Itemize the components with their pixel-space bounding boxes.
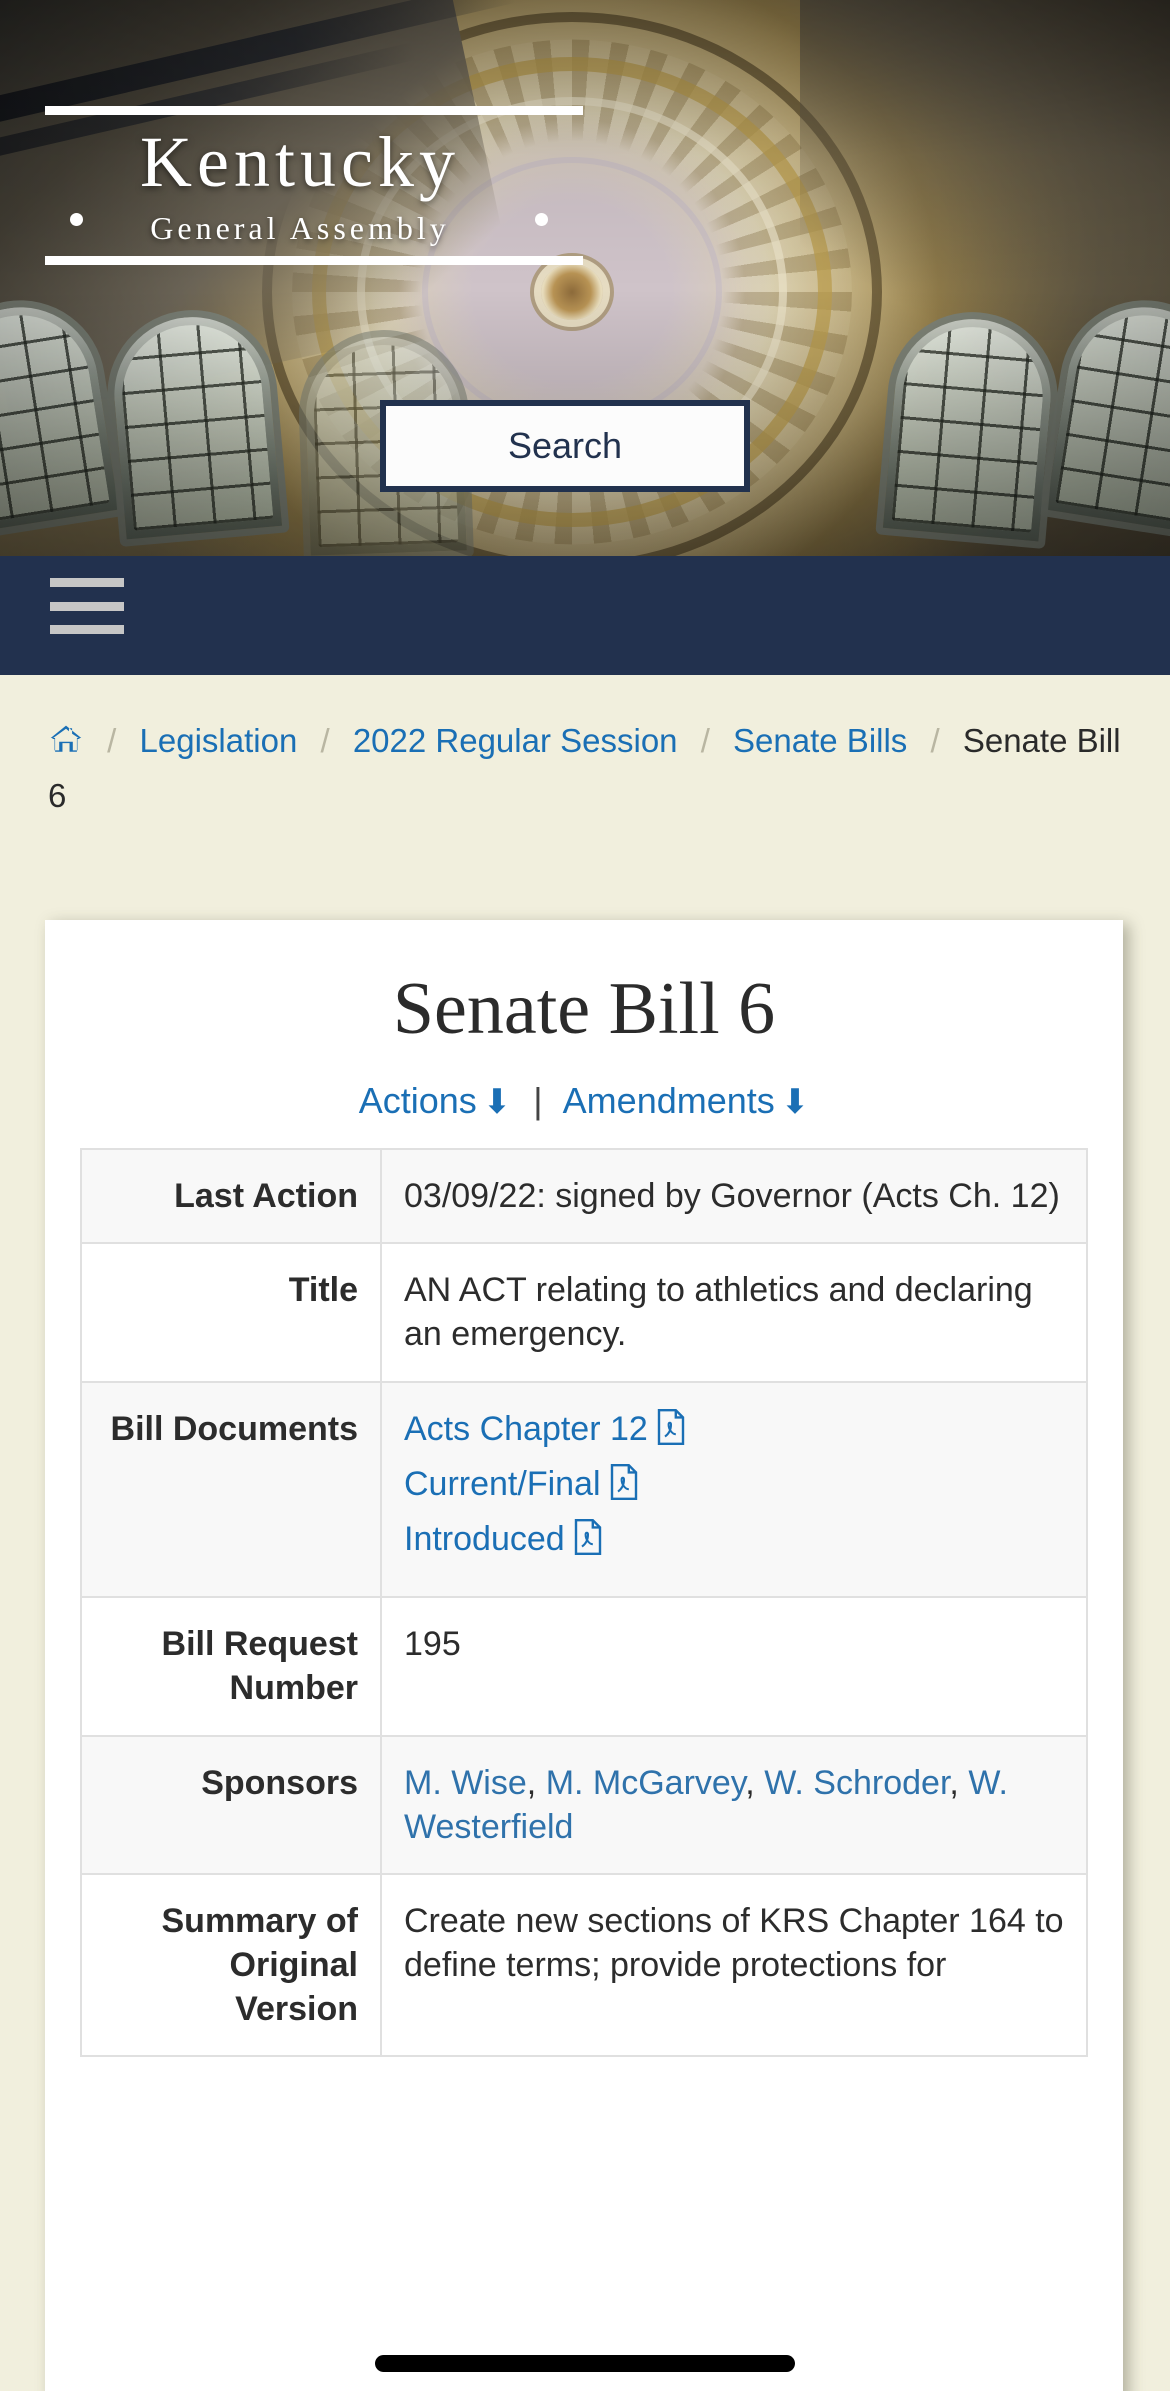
logo-rule-top: [45, 106, 583, 115]
home-indicator: [375, 2355, 795, 2372]
pdf-icon: [573, 1518, 603, 1566]
breadcrumb-item-legislation[interactable]: Legislation: [140, 722, 298, 759]
page-root: Kentucky General Assembly Search / Legis…: [0, 0, 1170, 2391]
document-link-acts-chapter[interactable]: Acts Chapter 12: [404, 1407, 1064, 1456]
document-link-label: Current/Final: [404, 1464, 601, 1503]
breadcrumb: / Legislation / 2022 Regular Session / S…: [0, 675, 1170, 821]
breadcrumb-separator-3: /: [700, 722, 710, 759]
table-row: Bill Documents Acts Chapter 12 Current/F…: [80, 1380, 1088, 1599]
breadcrumb-item-session[interactable]: 2022 Regular Session: [353, 722, 678, 759]
jump-link-actions[interactable]: Actions ⬇: [359, 1080, 512, 1121]
document-link-label: Acts Chapter 12: [404, 1409, 648, 1448]
document-link-label: Introduced: [404, 1519, 565, 1558]
row-value-bill-documents: Acts Chapter 12 Current/Final Introduced: [380, 1380, 1088, 1599]
sponsor-link-2[interactable]: M. McGarvey: [546, 1764, 746, 1802]
table-row: Sponsors M. Wise, M. McGarvey, W. Schrod…: [80, 1734, 1088, 1875]
row-label-bill-documents: Bill Documents: [80, 1380, 382, 1599]
breadcrumb-separator-2: /: [320, 722, 330, 759]
document-link-introduced[interactable]: Introduced: [404, 1517, 1064, 1566]
jump-link-actions-label: Actions: [358, 1080, 477, 1121]
site-logo[interactable]: Kentucky General Assembly: [0, 90, 600, 290]
row-label-last-action: Last Action: [80, 1147, 382, 1245]
row-value-sponsors: M. Wise, M. McGarvey, W. Schroder, W. We…: [380, 1734, 1088, 1875]
row-label-sponsors: Sponsors: [80, 1734, 382, 1875]
breadcrumb-separator-4: /: [930, 722, 940, 759]
row-value-last-action: 03/09/22: signed by Governor (Acts Ch. 1…: [380, 1147, 1088, 1245]
home-icon[interactable]: [48, 719, 84, 770]
table-row: Last Action 03/09/22: signed by Governor…: [80, 1147, 1088, 1245]
row-value-summary: Create new sections of KRS Chapter 164 t…: [380, 1872, 1088, 2058]
pdf-icon: [609, 1463, 639, 1511]
logo-title: Kentucky: [140, 122, 460, 202]
row-value-title: AN ACT relating to athletics and declari…: [380, 1242, 1088, 1383]
jump-links-separator: |: [533, 1080, 543, 1121]
jump-links: Actions ⬇ | Amendments ⬇: [45, 1080, 1123, 1122]
table-row: Summary of Original Version Create new s…: [80, 1872, 1088, 2058]
hamburger-menu-icon[interactable]: [50, 578, 124, 634]
row-label-title: Title: [80, 1242, 382, 1383]
logo-subtitle: General Assembly: [150, 210, 450, 246]
main-navbar: [0, 556, 1170, 675]
breadcrumb-separator-1: /: [107, 722, 117, 759]
jump-link-amendments-label: Amendments: [562, 1080, 775, 1121]
document-link-current-final[interactable]: Current/Final: [404, 1462, 1064, 1511]
bill-detail-card: Senate Bill 6 Actions ⬇ | Amendments ⬇ Las…: [45, 920, 1123, 2391]
row-label-summary: Summary of Original Version: [80, 1872, 382, 2058]
page-title: Senate Bill 6: [392, 968, 776, 1050]
search-button[interactable]: Search: [380, 400, 750, 492]
row-label-bill-request-number: Bill Request Number: [80, 1596, 382, 1737]
sponsor-link-3[interactable]: W. Schroder: [764, 1764, 949, 1802]
table-row: Title AN ACT relating to athletics and d…: [80, 1242, 1088, 1383]
row-value-bill-request-number: 195: [380, 1596, 1088, 1737]
pdf-icon: [656, 1408, 686, 1456]
arrow-down-icon: ⬇: [780, 1083, 810, 1121]
sponsor-link-1[interactable]: M. Wise: [404, 1764, 527, 1802]
jump-link-amendments[interactable]: Amendments ⬇: [563, 1080, 810, 1121]
breadcrumb-item-senate-bills[interactable]: Senate Bills: [733, 722, 907, 759]
table-row: Bill Request Number 195: [80, 1596, 1088, 1737]
logo-rule-bottom: [45, 256, 583, 265]
bill-details-table: Last Action 03/09/22: signed by Governor…: [80, 1147, 1088, 2058]
arrow-down-icon: ⬇: [482, 1083, 512, 1121]
hero-banner: Kentucky General Assembly Search: [0, 0, 1170, 556]
